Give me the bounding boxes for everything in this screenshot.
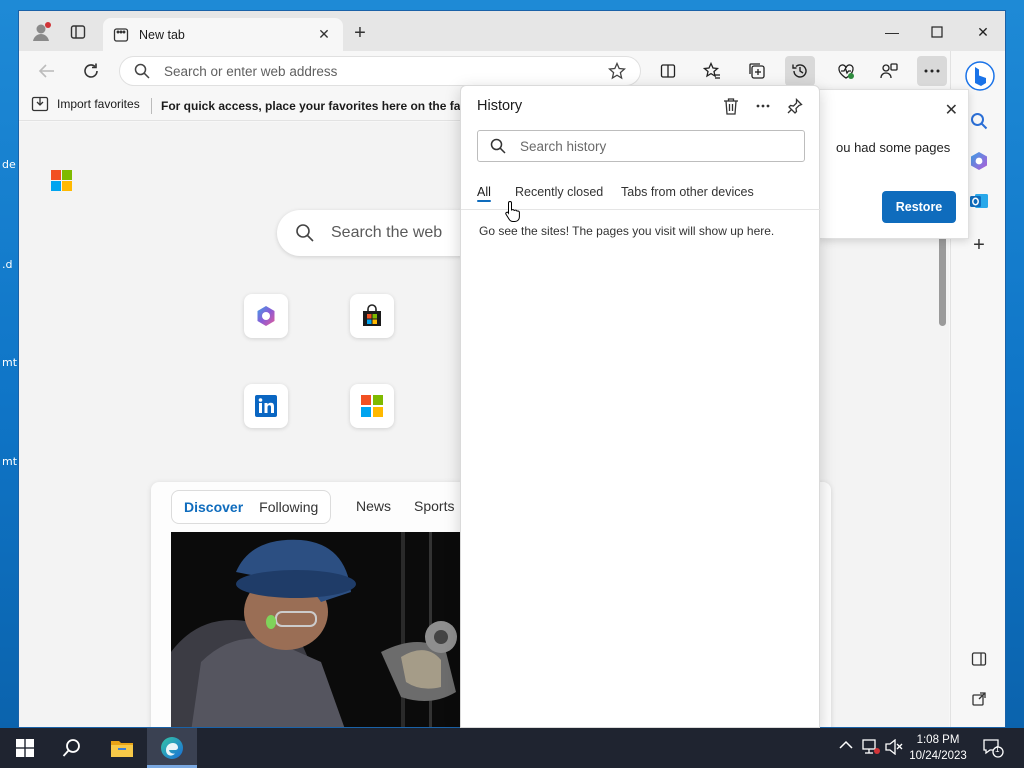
notification-count: 1	[995, 745, 1000, 754]
store-icon	[363, 304, 381, 326]
system-clock[interactable]: 1:08 PM 10/24/2023	[906, 732, 970, 764]
more-options-icon[interactable]	[752, 95, 774, 117]
history-panel: History All Recently closed Tabs from ot…	[460, 85, 821, 728]
tab-recently-closed[interactable]: Recently closed	[515, 185, 603, 199]
search-icon	[296, 224, 314, 242]
extensions-icon[interactable]	[877, 59, 901, 83]
copilot-icon	[257, 306, 275, 326]
linkedin-icon	[255, 395, 277, 417]
web-search-placeholder: Search the web	[331, 224, 443, 241]
tab-following[interactable]: Following	[251, 499, 326, 515]
desktop-icon-label[interactable]: mt	[2, 455, 17, 468]
close-window-button[interactable]: ✕	[963, 19, 1003, 45]
selected-tab-indicator	[477, 200, 491, 202]
show-hidden-icons[interactable]	[839, 739, 853, 753]
close-icon[interactable]: ✕	[945, 100, 958, 120]
add-sidebar-app-icon[interactable]: +	[967, 233, 991, 257]
search-icon	[490, 138, 506, 154]
tab-title: New tab	[139, 27, 185, 42]
delete-history-icon[interactable]	[720, 95, 742, 117]
back-icon[interactable]	[35, 59, 59, 83]
desktop-icon-label[interactable]: mt	[2, 356, 17, 369]
taskbar: 1:08 PM 10/24/2023 1	[0, 728, 1024, 768]
refresh-icon[interactable]	[79, 59, 103, 83]
tab-news[interactable]: News	[356, 498, 391, 514]
external-link-icon[interactable]	[967, 687, 991, 711]
new-tab-page-icon	[113, 27, 129, 42]
restore-button[interactable]: Restore	[882, 191, 956, 223]
import-favorites-button[interactable]: Import favorites	[31, 96, 140, 112]
feed-toggle: Discover Following	[171, 490, 332, 524]
restore-pages-popup: ✕ ou had some pages Restore	[819, 89, 969, 239]
outlook-icon[interactable]	[967, 189, 991, 213]
workspaces-icon[interactable]	[67, 21, 89, 43]
history-search-field[interactable]	[477, 130, 805, 162]
tab-other-devices[interactable]: Tabs from other devices	[621, 185, 754, 199]
more-menu-icon[interactable]	[917, 56, 947, 86]
restore-message: ou had some pages	[836, 140, 951, 155]
close-tab-icon[interactable]: ✕	[315, 26, 333, 43]
title-bar: New tab ✕ + — ✕	[19, 11, 1005, 51]
favorites-icon[interactable]	[700, 59, 724, 83]
minimize-button[interactable]: —	[872, 19, 912, 45]
import-icon	[31, 96, 49, 112]
tab-all[interactable]: All	[477, 185, 491, 199]
favorite-star-icon[interactable]	[608, 62, 626, 80]
tab-sports[interactable]: Sports	[414, 498, 454, 514]
favorites-bar-hint: For quick access, place your favorites h…	[161, 99, 461, 113]
edge-browser-icon[interactable]	[159, 736, 185, 760]
microsoft-icon	[361, 395, 383, 417]
copilot-sidebar-icon[interactable]	[965, 61, 995, 91]
split-screen-icon[interactable]	[656, 59, 680, 83]
clock-time: 1:08 PM	[916, 734, 960, 746]
tab-new-tab[interactable]: New tab ✕	[103, 18, 343, 51]
clock-date: 10/24/2023	[909, 750, 967, 762]
quick-link-store[interactable]	[350, 294, 394, 338]
maximize-button[interactable]	[917, 19, 957, 45]
microsoft-365-icon[interactable]	[967, 149, 991, 173]
search-icon[interactable]	[59, 736, 85, 760]
pin-icon[interactable]	[784, 95, 806, 117]
history-empty-message: Go see the sites! The pages you visit wi…	[479, 224, 775, 238]
desktop-icon-label[interactable]: .d	[2, 258, 12, 271]
page-scrollbar-thumb[interactable]	[939, 231, 946, 326]
profile-icon[interactable]	[31, 21, 53, 43]
collections-icon[interactable]	[745, 59, 769, 83]
new-tab-button[interactable]: +	[349, 23, 371, 43]
address-bar[interactable]	[119, 56, 641, 86]
history-title: History	[477, 98, 523, 114]
microsoft-logo	[51, 170, 72, 191]
notifications-icon[interactable]: 1	[982, 738, 1004, 761]
hide-sidebar-icon[interactable]	[967, 647, 991, 671]
tab-discover[interactable]: Discover	[176, 499, 251, 515]
quick-link-linkedin[interactable]	[244, 384, 288, 428]
search-icon	[134, 63, 150, 79]
desktop-icon-label[interactable]: de	[2, 158, 16, 171]
browser-essentials-icon[interactable]	[834, 59, 858, 83]
hand-cursor-icon	[505, 200, 521, 227]
file-explorer-icon[interactable]	[109, 736, 135, 760]
import-favorites-label: Import favorites	[57, 97, 140, 111]
address-input[interactable]	[164, 63, 608, 79]
history-icon[interactable]	[785, 56, 815, 86]
history-search-input[interactable]	[520, 138, 792, 154]
start-button[interactable]	[12, 736, 38, 760]
volume-muted-icon[interactable]	[885, 738, 903, 758]
search-icon[interactable]	[967, 109, 991, 133]
network-icon[interactable]	[862, 739, 880, 758]
quick-link-copilot[interactable]	[244, 294, 288, 338]
quick-link-microsoft[interactable]	[350, 384, 394, 428]
favbar-divider	[151, 98, 152, 114]
